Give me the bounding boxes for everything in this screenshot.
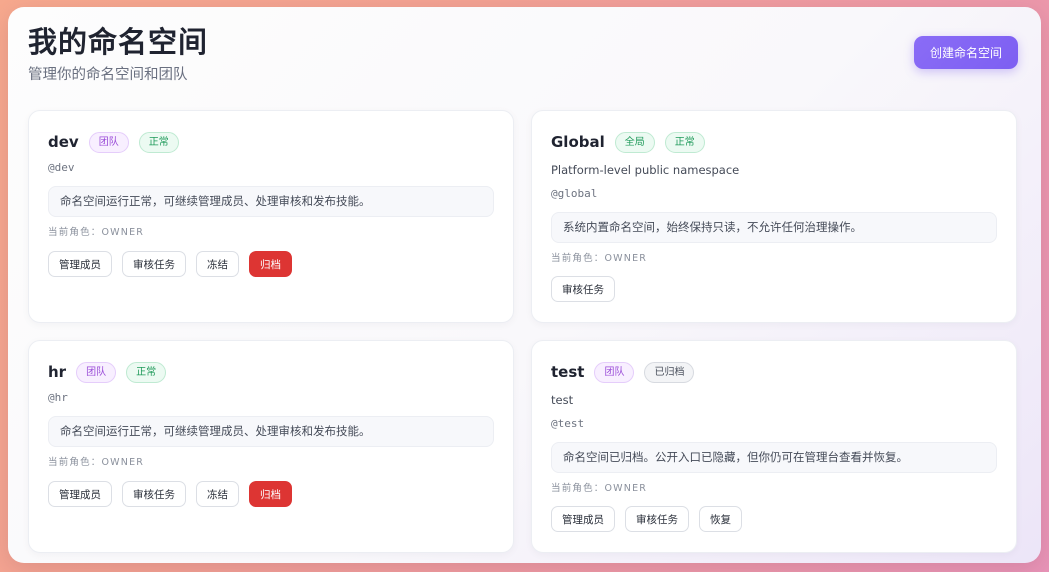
- app-window: 我的命名空间 管理你的命名空间和团队 创建命名空间 dev 团队 正常 @dev…: [8, 7, 1041, 563]
- namespace-name: Global: [551, 133, 605, 151]
- namespace-card-test: test 团队 已归档 test @test 命名空间已归档。公开入口已隐藏，但…: [531, 340, 1017, 553]
- review-tasks-button[interactable]: 审核任务: [122, 481, 186, 507]
- archive-button[interactable]: 归档: [249, 251, 292, 277]
- status-message: 命名空间运行正常，可继续管理成员、处理审核和发布技能。: [48, 186, 494, 217]
- current-role: 当前角色：OWNER: [48, 227, 145, 238]
- namespace-name: hr: [48, 363, 67, 381]
- card-actions: 管理成员 审核任务 恢复: [551, 506, 752, 532]
- restore-button[interactable]: 恢复: [699, 506, 742, 532]
- status-message: 系统内置命名空间，始终保持只读，不允许任何治理操作。: [551, 212, 997, 243]
- manage-members-button[interactable]: 管理成员: [48, 251, 112, 277]
- namespace-name: test: [551, 363, 585, 381]
- namespace-handle: @hr: [48, 391, 68, 404]
- namespace-handle: @global: [551, 187, 598, 200]
- manage-members-button[interactable]: 管理成员: [48, 481, 112, 507]
- status-badge: 正常: [126, 361, 167, 383]
- current-role: 当前角色：OWNER: [551, 483, 648, 494]
- freeze-button[interactable]: 冻结: [196, 481, 239, 507]
- type-badge: 团队: [594, 361, 635, 383]
- namespace-card-hr: hr 团队 正常 @hr 命名空间运行正常，可继续管理成员、处理审核和发布技能。…: [28, 340, 514, 553]
- type-badge: 团队: [76, 361, 117, 383]
- create-namespace-button[interactable]: 创建命名空间: [914, 36, 1018, 69]
- manage-members-button[interactable]: 管理成员: [551, 506, 615, 532]
- freeze-button[interactable]: 冻结: [196, 251, 239, 277]
- status-badge: 正常: [138, 131, 179, 153]
- namespace-card-global: Global 全局 正常 Platform-level public names…: [531, 110, 1017, 323]
- review-tasks-button[interactable]: 审核任务: [625, 506, 689, 532]
- review-tasks-button[interactable]: 审核任务: [122, 251, 186, 277]
- page-title: 我的命名空间: [28, 25, 209, 59]
- namespace-handle: @dev: [48, 161, 75, 174]
- card-header: test 团队 已归档: [551, 361, 704, 383]
- namespace-card-dev: dev 团队 正常 @dev 命名空间运行正常，可继续管理成员、处理审核和发布技…: [28, 110, 514, 323]
- namespace-handle: @test: [551, 417, 585, 430]
- archive-button[interactable]: 归档: [249, 481, 292, 507]
- namespace-description: test: [551, 393, 574, 407]
- current-role: 当前角色：OWNER: [48, 457, 145, 468]
- card-actions: 管理成员 审核任务 冻结 归档: [48, 481, 302, 507]
- status-message: 命名空间运行正常，可继续管理成员、处理审核和发布技能。: [48, 416, 494, 447]
- page-subtitle: 管理你的命名空间和团队: [28, 67, 188, 83]
- status-badge: 正常: [664, 131, 705, 153]
- current-role: 当前角色：OWNER: [551, 253, 648, 264]
- namespace-name: dev: [48, 133, 79, 151]
- card-actions: 管理成员 审核任务 冻结 归档: [48, 251, 302, 277]
- card-actions: 审核任务: [551, 276, 625, 302]
- status-badge: 已归档: [644, 361, 695, 383]
- type-badge: 全局: [614, 131, 655, 153]
- card-header: dev 团队 正常: [48, 131, 189, 153]
- review-tasks-button[interactable]: 审核任务: [551, 276, 615, 302]
- namespace-description: Platform-level public namespace: [551, 163, 740, 177]
- card-header: Global 全局 正常: [551, 131, 715, 153]
- card-header: hr 团队 正常: [48, 361, 176, 383]
- type-badge: 团队: [88, 131, 129, 153]
- status-message: 命名空间已归档。公开入口已隐藏，但你仍可在管理台查看并恢复。: [551, 442, 997, 473]
